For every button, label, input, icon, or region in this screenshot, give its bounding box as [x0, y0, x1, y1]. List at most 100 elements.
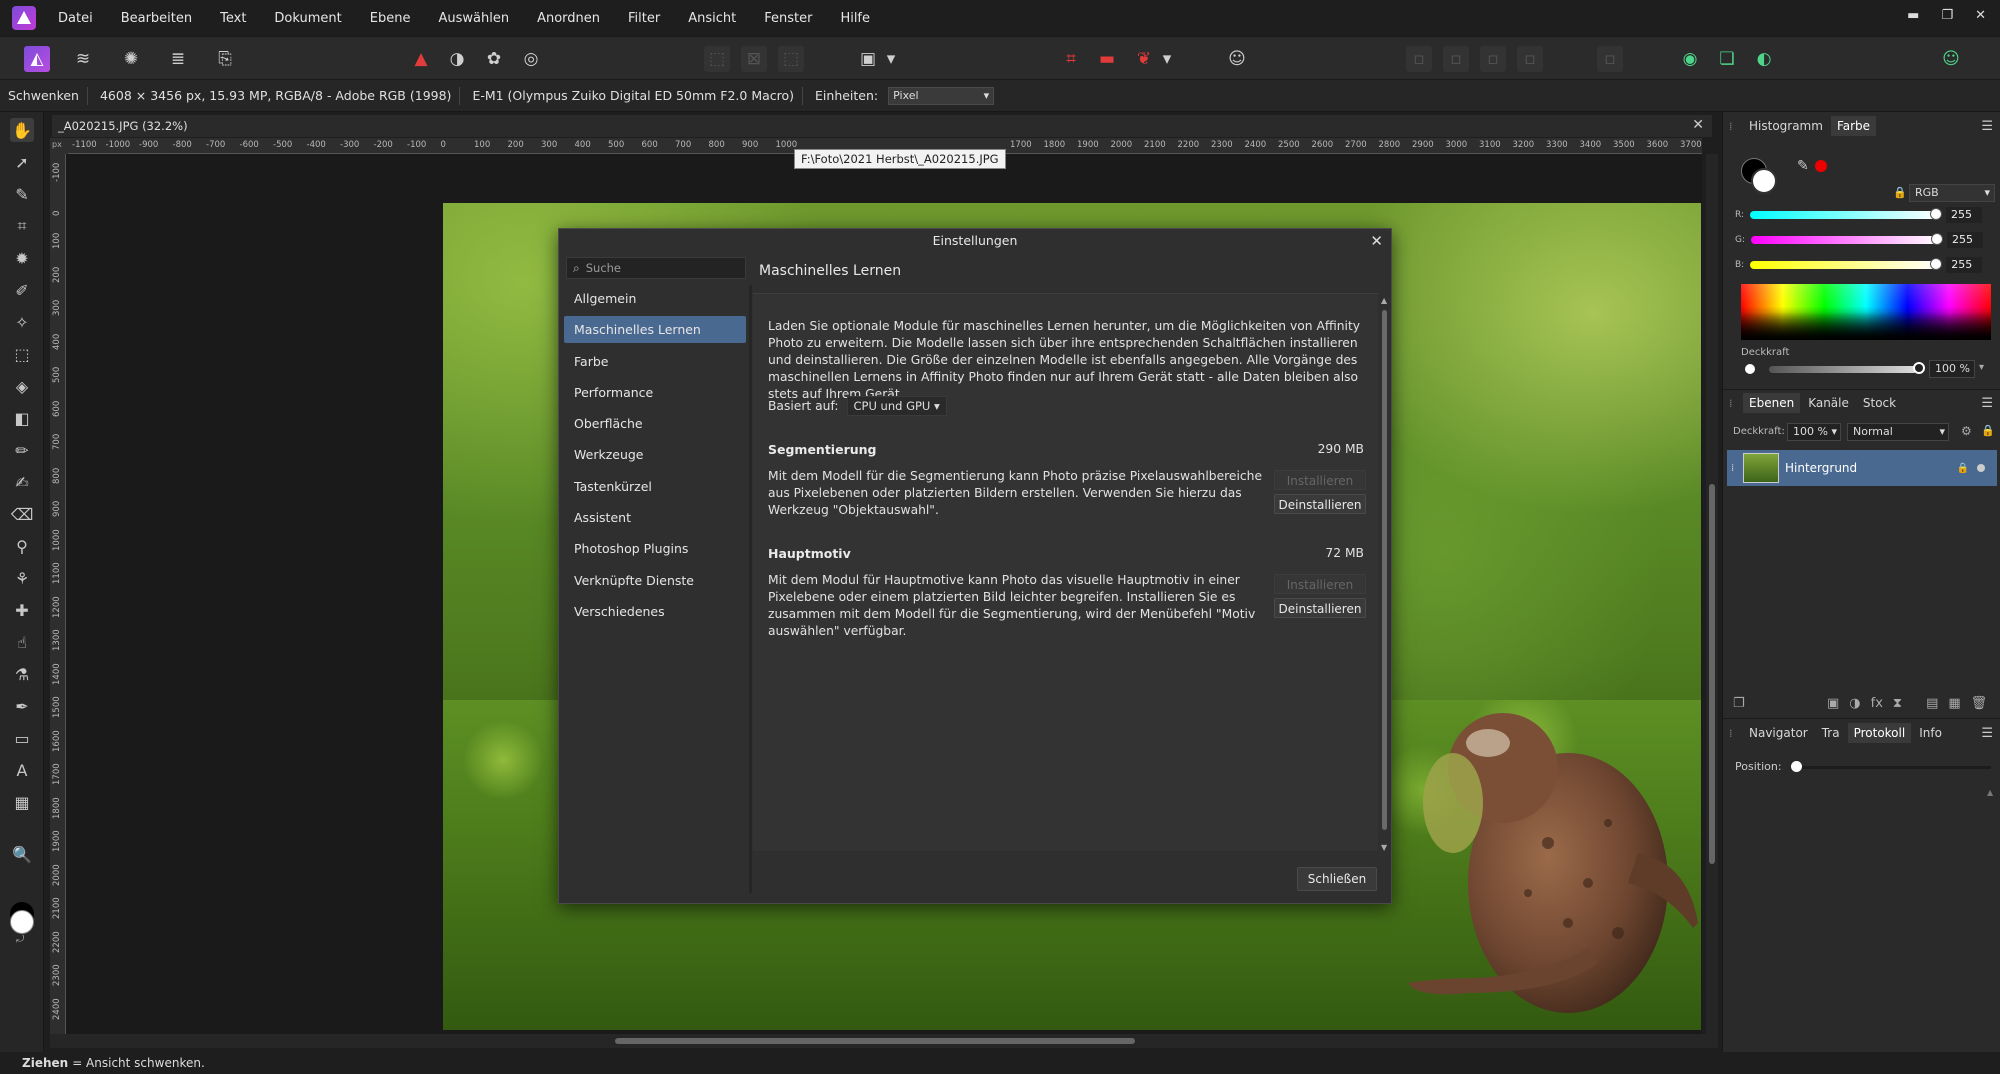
view-tool-icon[interactable]: ✋	[10, 118, 34, 142]
quick-mask-icon[interactable]: ▣	[855, 46, 881, 72]
green-value[interactable]: 255	[1947, 232, 1984, 248]
menu-dokument[interactable]: Dokument	[274, 11, 341, 26]
pen-tool-icon[interactable]: ✒	[10, 694, 34, 718]
paint-brush-icon[interactable]: ✏	[10, 438, 34, 462]
blue-value[interactable]: 255	[1946, 257, 1983, 273]
lock-icon[interactable]: 🔒	[1893, 186, 1907, 199]
tab-kanaele[interactable]: Kanäle	[1802, 393, 1855, 413]
magic-wand-icon[interactable]: ✧	[10, 310, 34, 334]
panel-menu-icon[interactable]: ☰	[1981, 119, 1993, 134]
menu-fenster[interactable]: Fenster	[764, 11, 812, 26]
rectangle-tool-icon[interactable]: ▭	[10, 726, 34, 750]
nav-performance[interactable]: Performance	[564, 379, 746, 406]
menu-anordnen[interactable]: Anordnen	[537, 11, 600, 26]
deselect-icon[interactable]: ⊠	[741, 46, 767, 72]
redeye-icon[interactable]: ❦	[1131, 46, 1157, 72]
distribute-icon[interactable]: ▫	[1443, 46, 1469, 72]
horizontal-scrollbar[interactable]	[50, 1034, 1718, 1048]
scroll-down-icon[interactable]: ▼	[1381, 843, 1387, 852]
menu-datei[interactable]: Datei	[58, 11, 93, 26]
layer-opacity-select[interactable]: 100 % ▾	[1787, 423, 1841, 441]
arrange-back-icon[interactable]: ▫	[1517, 46, 1543, 72]
healing-brush-icon[interactable]: ✚	[10, 598, 34, 622]
nav-verschiedenes[interactable]: Verschiedenes	[564, 598, 746, 625]
smudge-brush-icon[interactable]: ☝	[10, 630, 34, 654]
adjustment-icon[interactable]: ◑	[1849, 696, 1860, 711]
content-scrollbar[interactable]: ▲ ▼	[1380, 296, 1390, 852]
marquee-tool-icon[interactable]: ⬚	[10, 342, 34, 366]
nav-assistent[interactable]: Assistent	[564, 504, 746, 531]
crop-icon[interactable]: ⌗	[1058, 46, 1084, 72]
text-tool-icon[interactable]: A	[10, 758, 34, 782]
delete-layer-icon[interactable]: 🗑	[1971, 696, 1988, 711]
move-tool-icon[interactable]: ➚	[10, 150, 34, 174]
gradient-tool-icon[interactable]: ◧	[10, 406, 34, 430]
color-picker-icon[interactable]: ✎	[10, 182, 34, 206]
account-icon[interactable]: ☺	[1938, 46, 1964, 72]
menu-bearbeiten[interactable]: Bearbeiten	[121, 11, 192, 26]
panel-menu-icon[interactable]: ☰	[1981, 726, 1993, 741]
layer-actions-icon[interactable]: ❐	[1733, 696, 1745, 711]
scroll-thumb[interactable]	[1709, 484, 1715, 864]
mesh-warp-icon[interactable]: ✹	[10, 246, 34, 270]
history-slider[interactable]	[1795, 766, 1991, 769]
gear-icon[interactable]: ⚙	[1961, 424, 1972, 438]
opacity-value[interactable]: 100 %	[1929, 360, 1975, 378]
slider-knob[interactable]	[1913, 362, 1925, 374]
menu-text[interactable]: Text	[220, 11, 246, 26]
close-button[interactable]: Schließen	[1297, 867, 1377, 891]
chevron-down-icon[interactable]: ▾	[1979, 362, 1984, 373]
picked-color-swatch[interactable]	[1815, 160, 1827, 172]
menu-filter[interactable]: Filter	[628, 11, 660, 26]
layer-expand-icon[interactable]: ⁞	[1731, 463, 1734, 474]
subject-uninstall-button[interactable]: Deinstallieren	[1274, 598, 1366, 618]
red-value[interactable]: 255	[1946, 207, 1983, 223]
vertical-scrollbar[interactable]	[1706, 154, 1718, 1034]
tone-mapping-persona-icon[interactable]: ≣	[165, 46, 191, 72]
nav-werkzeuge[interactable]: Werkzeuge	[564, 441, 746, 468]
marquee-select-icon[interactable]: ⬚	[704, 46, 730, 72]
nav-photoshop-plugins[interactable]: Photoshop Plugins	[564, 535, 746, 562]
secondary-color-swatch[interactable]	[10, 910, 34, 934]
nav-oberflaeche[interactable]: Oberfläche	[564, 410, 746, 437]
eyedropper-icon[interactable]: ✎	[1797, 158, 1809, 174]
auto-colour-icon[interactable]: ✿	[481, 46, 507, 72]
subject-install-button[interactable]: Installieren	[1274, 574, 1366, 594]
segmentation-install-button[interactable]: Installieren	[1274, 470, 1366, 490]
scroll-up-icon[interactable]: ▲	[1987, 788, 1993, 797]
scroll-thumb[interactable]	[1382, 310, 1387, 830]
blend-mode-select[interactable]: Normal ▾	[1847, 423, 1949, 441]
document-tab[interactable]: _A020215.JPG (32.2%) ✕	[52, 115, 1712, 137]
tab-histogramm[interactable]: Histogramm	[1743, 116, 1829, 136]
slider-knob[interactable]	[1930, 258, 1943, 270]
visibility-dot-icon[interactable]	[1977, 464, 1985, 472]
settings-search-input[interactable]: ⌕ Suche	[566, 257, 746, 279]
slider-knob[interactable]	[1931, 233, 1944, 245]
stroke-color-swatch[interactable]	[1751, 168, 1777, 194]
swap-colors-icon[interactable]: ⤾	[16, 934, 24, 945]
menu-ansicht[interactable]: Ansicht	[688, 11, 736, 26]
close-dialog-icon[interactable]: ✕	[1370, 232, 1383, 250]
arrange-front-icon[interactable]: ▫	[1480, 46, 1506, 72]
add-pixel-layer-icon[interactable]: ▦	[1948, 696, 1960, 711]
grip-icon[interactable]: ⁞	[1729, 120, 1743, 133]
photo-persona-icon[interactable]: ◭	[24, 46, 50, 72]
export-persona-icon[interactable]: ⎘	[212, 46, 238, 72]
color-mode-select[interactable]: RGB ▾	[1909, 184, 1995, 202]
erase-brush-icon[interactable]: ⌫	[10, 502, 34, 526]
mask-layer-icon[interactable]: ▣	[1827, 696, 1839, 711]
restore-icon[interactable]: ❐	[1941, 8, 1953, 23]
grip-icon[interactable]: ⁞	[1729, 397, 1743, 410]
minimize-icon[interactable]: ▬	[1907, 8, 1919, 23]
invert-selection-icon[interactable]: ⬚	[778, 46, 804, 72]
dodge-brush-icon[interactable]: ⚲	[10, 534, 34, 558]
flood-fill-icon[interactable]: ◈	[10, 374, 34, 398]
nav-tastenkuerzel[interactable]: Tastenkürzel	[564, 473, 746, 500]
opacity-slider[interactable]	[1769, 366, 1917, 373]
assistant-icon[interactable]: ☺	[1224, 46, 1250, 72]
nav-allgemein[interactable]: Allgemein	[564, 285, 746, 312]
blue-slider[interactable]	[1750, 258, 1943, 270]
red-slider[interactable]	[1750, 208, 1943, 220]
lock-icon[interactable]: 🔒	[1981, 424, 1995, 437]
auto-white-balance-icon[interactable]: ◎	[518, 46, 544, 72]
